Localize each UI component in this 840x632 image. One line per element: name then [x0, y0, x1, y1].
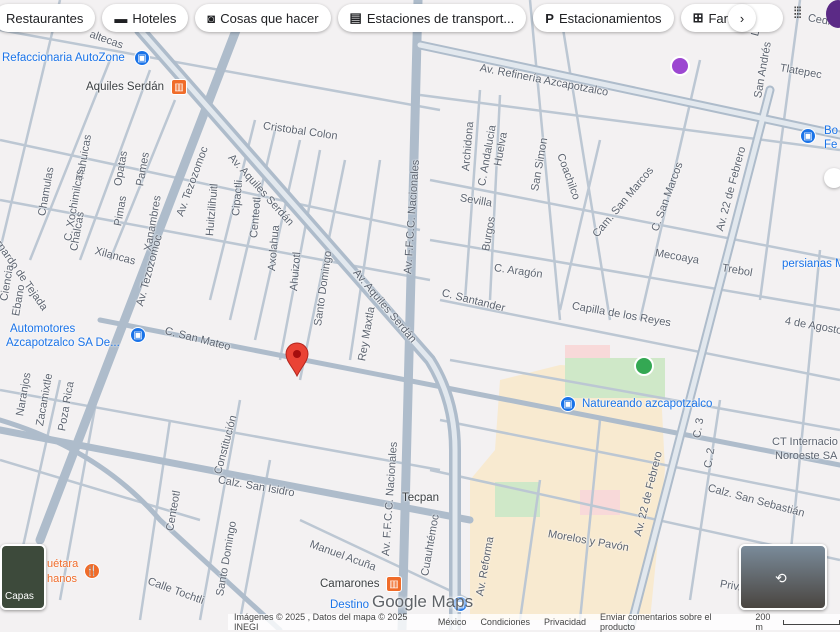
camera-icon: ◙	[207, 10, 216, 26]
attribution: Imágenes © 2025 , Datos del mapa © 2025 …	[234, 612, 408, 632]
layers-label: Capas	[5, 591, 34, 602]
poi-label[interactable]: CT Internacio	[772, 436, 838, 448]
chip-transit[interactable]: ▤ Estaciones de transport...	[337, 4, 527, 32]
scale-label[interactable]: 200 m	[755, 612, 779, 632]
poi-label[interactable]: Refaccionaria AutoZone	[2, 52, 125, 64]
shop-icon[interactable]: ▣	[130, 327, 146, 343]
metro-label[interactable]: Aquiles Serdán	[86, 81, 164, 93]
shop-icon[interactable]: ▣	[800, 128, 816, 144]
apps-grid-icon[interactable]: ⁞⁞⁞	[793, 5, 802, 23]
rotate-360-icon: ⟲	[775, 570, 787, 586]
poi-label[interactable]: uétara	[47, 558, 78, 570]
chip-things-to-do[interactable]: ◙ Cosas que hacer	[195, 4, 331, 32]
scale-bar	[783, 619, 840, 625]
parking-icon: P	[545, 10, 554, 26]
poi-label[interactable]: hanos	[47, 573, 77, 585]
layers-button[interactable]: Capas	[0, 544, 46, 610]
street-view-thumbnail[interactable]: ⟲	[739, 544, 827, 610]
metro-icon[interactable]: ▥	[386, 576, 402, 592]
google-maps-logo: Google Maps	[372, 592, 474, 611]
poi-label[interactable]: Noroeste SA	[775, 450, 837, 462]
map-canvas[interactable]	[0, 0, 840, 630]
chip-restaurants[interactable]: Restaurantes	[0, 4, 96, 32]
poi-label[interactable]: persianas M	[782, 258, 840, 270]
poi-label[interactable]: Bo	[824, 125, 838, 137]
footer-bar: Imágenes © 2025 , Datos del mapa © 2025 …	[228, 612, 840, 632]
train-icon: ▤	[349, 10, 362, 25]
country-link[interactable]: México	[438, 617, 467, 627]
metro-icon[interactable]: ▥	[171, 79, 187, 95]
park-icon	[634, 356, 654, 376]
chip-hotels[interactable]: ▬ Hoteles	[102, 4, 189, 32]
chevron-right-icon: ›	[739, 10, 745, 26]
poi-label[interactable]: Fe	[824, 139, 837, 151]
terms-link[interactable]: Condiciones	[480, 617, 530, 627]
metro-label[interactable]: Camarones	[320, 578, 379, 590]
poi-label[interactable]: Automotores	[10, 323, 75, 335]
poi-label[interactable]: Azcapotzalco SA De...	[6, 337, 120, 349]
street-label: Tecpan	[402, 492, 440, 504]
chip-parking[interactable]: P Estacionamientos	[533, 4, 674, 32]
chips-next-button[interactable]: ›	[728, 4, 756, 32]
restaurant-icon[interactable]: 🍴	[84, 563, 100, 579]
bed-icon: ▬	[114, 10, 128, 26]
category-chips: Restaurantes ▬ Hoteles ◙ Cosas que hacer ▤…	[0, 4, 783, 32]
pharmacy-icon: ⊞	[692, 10, 704, 25]
feedback-link[interactable]: Enviar comentarios sobre el producto	[600, 612, 741, 632]
church-icon	[670, 56, 690, 76]
shop-icon[interactable]: ▣	[134, 50, 150, 66]
poi-label[interactable]: Destino	[330, 599, 369, 611]
poi-label[interactable]: Natureando azcapotzalco	[582, 398, 712, 410]
pegman-icon[interactable]	[824, 168, 840, 188]
privacy-link[interactable]: Privacidad	[544, 617, 586, 627]
shop-icon[interactable]: ▣	[560, 396, 576, 412]
